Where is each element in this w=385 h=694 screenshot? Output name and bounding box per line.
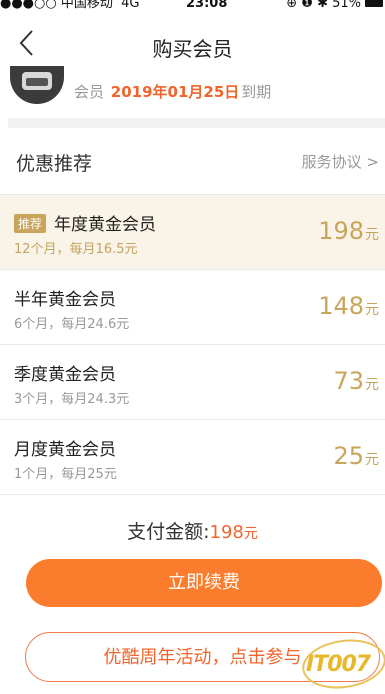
price-value: 25 <box>333 442 364 470</box>
price-unit: 元 <box>365 452 379 468</box>
member-label: 会员 <box>74 83 105 101</box>
plan-price: 25元 <box>333 442 379 470</box>
price-unit: 元 <box>365 377 379 393</box>
plan-detail: 1个月，每月25元 <box>14 467 117 482</box>
agreement-label: 服务协议 <box>301 153 362 171</box>
plan-item-halfyear[interactable]: 半年黄金会员 6个月，每月24.6元 148元 <box>0 270 385 345</box>
price-value: 148 <box>318 292 364 320</box>
plan-item-annual[interactable]: 推荐 年度黄金会员 12个月，每月16.5元 198元 <box>0 195 385 270</box>
plan-item-quarter[interactable]: 季度黄金会员 3个月，每月24.3元 73元 <box>0 345 385 420</box>
page-title: 购买会员 <box>152 37 233 61</box>
plan-price: 198元 <box>318 217 379 245</box>
status-time: 23:08 <box>186 0 228 11</box>
plan-price: 73元 <box>333 367 379 395</box>
payment-amount: 198 <box>209 522 244 543</box>
carrier-signal: ●●●○○ 中国移动 4G <box>0 0 140 11</box>
section-title: 优惠推荐 <box>16 153 93 175</box>
renew-button[interactable]: 立即续费 <box>26 559 382 607</box>
expiry-suffix: 到期 <box>241 83 272 101</box>
plan-detail: 6个月，每月24.6元 <box>14 317 130 332</box>
plan-list: 推荐 年度黄金会员 12个月，每月16.5元 198元 半年黄金会员 6个月，每月… <box>0 195 385 495</box>
plan-title: 月度黄金会员 <box>14 440 116 460</box>
plan-title: 半年黄金会员 <box>14 290 116 310</box>
status-bar: ●●●○○ 中国移动 4G 23:08 ⊕ ❶ ✱ 51% <box>0 0 385 14</box>
plan-item-month[interactable]: 月度黄金会员 1个月，每月25元 25元 <box>0 420 385 495</box>
price-unit: 元 <box>365 227 379 243</box>
payment-total: 支付金额:198元 <box>0 517 385 544</box>
plan-detail: 3个月，每月24.3元 <box>14 392 130 407</box>
recommend-badge: 推荐 <box>14 214 47 233</box>
payment-label: 支付金额: <box>127 521 210 543</box>
avatar <box>10 66 64 104</box>
plan-price: 148元 <box>318 292 379 320</box>
plan-name: 推荐 年度黄金会员 <box>14 210 156 235</box>
service-agreement-link[interactable]: 服务协议 > <box>302 151 379 172</box>
avatar-car-detail <box>26 78 48 86</box>
member-info: 会员 2019年01月25日 到期 <box>0 66 385 118</box>
battery-icon <box>365 0 383 7</box>
chevron-right-icon: > <box>366 153 379 171</box>
section-divider <box>8 118 385 128</box>
price-unit: 元 <box>365 302 379 318</box>
expiry-date: 2019年01月25日 <box>110 83 240 101</box>
plan-title: 年度黄金会员 <box>54 215 157 235</box>
watermark-text: IT007 <box>306 652 371 677</box>
plan-detail: 12个月，每月16.5元 <box>14 242 138 257</box>
section-header: 优惠推荐 服务协议 > <box>0 128 385 195</box>
member-expiry: 会员 2019年01月25日 到期 <box>74 81 271 102</box>
payment-unit: 元 <box>243 526 258 542</box>
status-icons: ⊕ ❶ ✱ 51% <box>286 0 361 11</box>
nav-bar: 购买会员 <box>0 20 385 70</box>
plan-title: 季度黄金会员 <box>14 365 116 385</box>
price-value: 198 <box>318 217 364 245</box>
price-value: 73 <box>333 367 364 395</box>
